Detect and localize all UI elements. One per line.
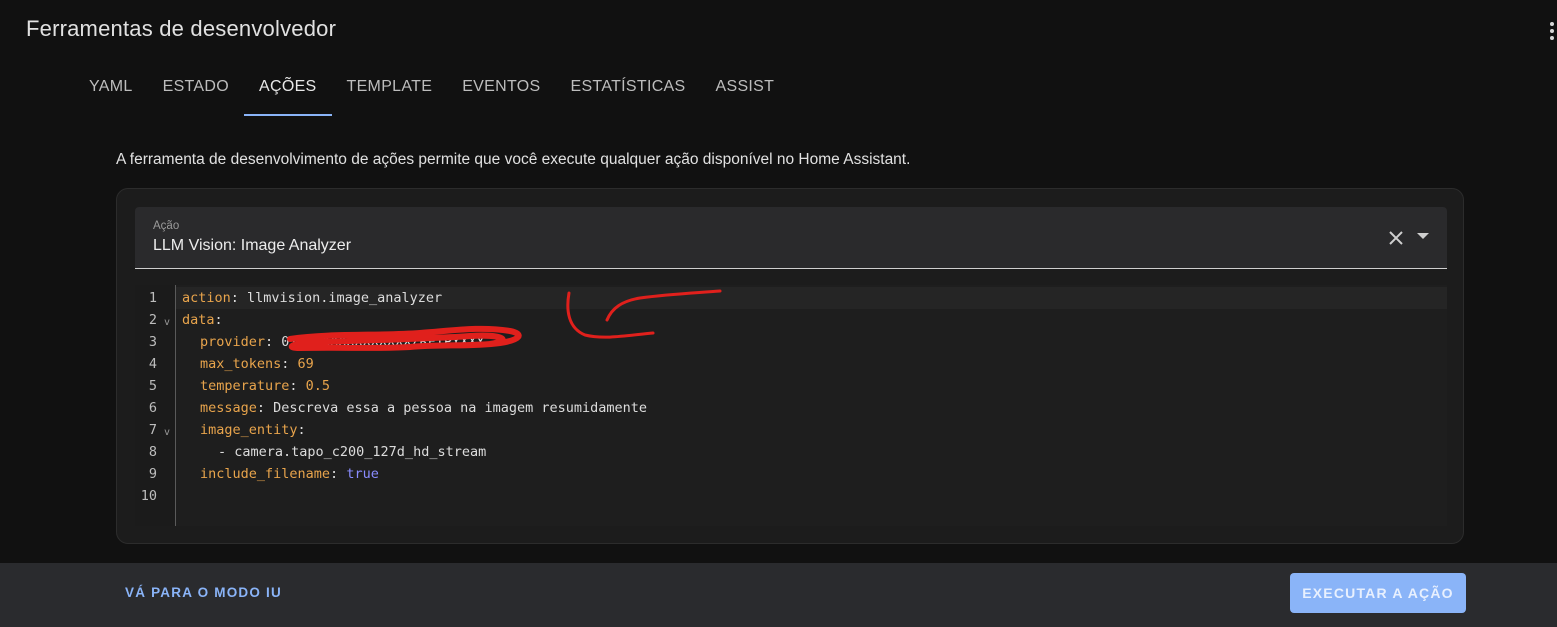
code-line: - camera.tapo_c200_127d_hd_stream [218,444,487,460]
page-description: A ferramenta de desenvolvimento de ações… [116,151,911,168]
tab-template[interactable]: TEMPLATE [332,62,448,116]
tab-assist[interactable]: ASSIST [701,62,790,116]
code-line: provider: 01JXXXXXXXXXXXXXZRFTPYXXY [200,334,485,350]
close-icon[interactable] [1387,229,1405,247]
action-card: Ação LLM Vision: Image Analyzer 1 2 v 3 … [116,188,1464,544]
line-number: 7 [148,422,157,438]
tab-estatisticas[interactable]: ESTATÍSTICAS [555,62,700,116]
footer-bar: VÁ PARA O MODO IU EXECUTAR A AÇÃO [0,563,1557,627]
yaml-editor[interactable]: 1 2 v 3 4 5 6 7 v 8 9 10 action: llmvisi… [135,285,1447,526]
code-line: temperature: 0.5 [200,378,331,394]
line-number: 1 [148,290,157,306]
tab-bar: YAML ESTADO AÇÕES TEMPLATE EVENTOS ESTAT… [74,62,789,116]
line-number: 8 [148,444,157,460]
code-line: action: llmvision.image_analyzer [182,290,443,306]
action-select-value: LLM Vision: Image Analyzer [153,237,352,254]
code-line: message: Descreva essa a pessoa na image… [200,400,648,416]
page-title: Ferramentas de desenvolvedor [26,16,337,41]
line-number: 9 [148,466,157,482]
fold-chevron-icon[interactable]: v [164,427,170,438]
ui-mode-link[interactable]: VÁ PARA O MODO IU [125,585,282,600]
tab-eventos[interactable]: EVENTOS [447,62,555,116]
tab-estado[interactable]: ESTADO [148,62,244,116]
line-number: 6 [148,400,157,416]
run-action-button[interactable]: EXECUTAR A AÇÃO [1290,573,1466,613]
line-number: 5 [148,378,157,394]
code-line: include_filename: true [200,466,379,482]
editor-gutter: 1 2 v 3 4 5 6 7 v 8 9 10 [135,285,176,526]
dropdown-arrow-icon[interactable] [1417,233,1429,239]
code-line: data: [182,312,223,328]
fold-chevron-icon[interactable]: v [164,317,170,328]
editor-code-area[interactable]: action: llmvision.image_analyzer data: p… [176,285,1447,526]
code-line: max_tokens: 69 [200,356,314,372]
line-number: 2 [148,312,157,328]
tab-acoes[interactable]: AÇÕES [244,62,332,116]
line-number: 10 [140,488,157,504]
action-select-label: Ação [153,220,180,232]
code-line: image_entity: [200,422,306,438]
overflow-menu-icon[interactable] [1550,22,1556,40]
action-select[interactable]: Ação LLM Vision: Image Analyzer [135,207,1447,269]
line-number: 3 [148,334,157,350]
tab-yaml[interactable]: YAML [74,62,148,116]
line-number: 4 [148,356,157,372]
